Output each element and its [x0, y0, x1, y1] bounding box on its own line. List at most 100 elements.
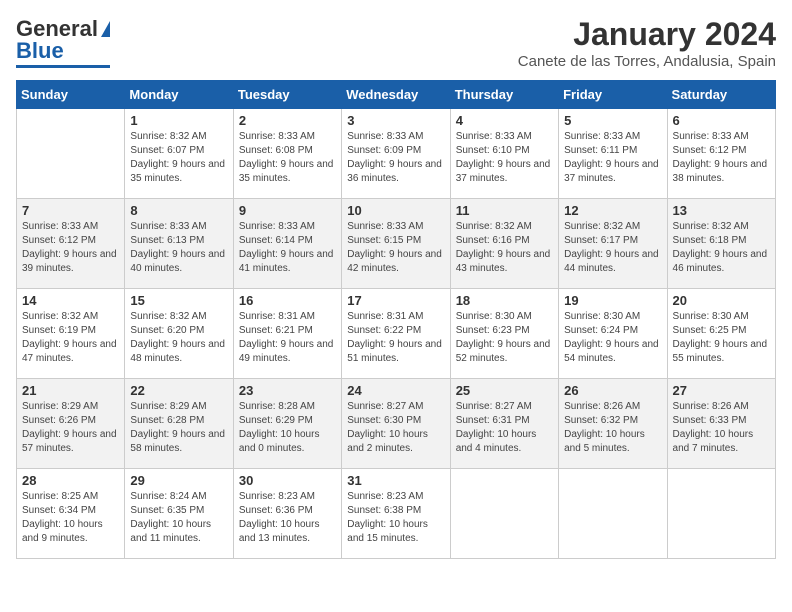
table-row: 7Sunrise: 8:33 AMSunset: 6:12 PMDaylight…	[17, 199, 125, 289]
table-row: 1Sunrise: 8:32 AMSunset: 6:07 PMDaylight…	[125, 109, 233, 199]
day-info: Sunrise: 8:32 AMSunset: 6:20 PMDaylight:…	[130, 310, 227, 366]
day-number: 31	[347, 473, 444, 488]
day-number: 17	[347, 293, 444, 308]
day-number: 25	[456, 383, 553, 398]
day-number: 4	[456, 113, 553, 128]
day-number: 30	[239, 473, 336, 488]
day-info: Sunrise: 8:30 AMSunset: 6:25 PMDaylight:…	[673, 310, 770, 366]
day-info: Sunrise: 8:33 AMSunset: 6:15 PMDaylight:…	[347, 220, 444, 276]
day-number: 24	[347, 383, 444, 398]
table-row: 24 Sunrise: 8:27 AMSunset: 6:30 PMDayligh…	[342, 379, 450, 469]
day-number: 14	[22, 293, 119, 308]
day-info: Sunrise: 8:33 AMSunset: 6:11 PMDaylight:…	[564, 130, 661, 186]
logo-blue-text: Blue	[16, 38, 64, 64]
title-area: January 2024 Canete de las Torres, Andal…	[518, 16, 776, 70]
table-row: 22 Sunrise: 8:29 AMSunset: 6:28 PMDayligh…	[125, 379, 233, 469]
logo-line	[16, 65, 110, 68]
day-info: Sunrise: 8:31 AMSunset: 6:22 PMDaylight:…	[347, 310, 444, 366]
day-info: Sunrise: 8:33 AMSunset: 6:10 PMDaylight:…	[456, 130, 553, 186]
day-number: 6	[673, 113, 770, 128]
day-info: Sunrise: 8:26 AMSunset: 6:32 PMDaylight:…	[564, 400, 661, 456]
table-row	[17, 109, 125, 199]
header-saturday: Saturday	[667, 81, 775, 109]
day-info: Sunrise: 8:29 AMSunset: 6:26 PMDaylight:…	[22, 400, 119, 456]
day-info: Sunrise: 8:32 AMSunset: 6:19 PMDaylight:…	[22, 310, 119, 366]
day-number: 28	[22, 473, 119, 488]
table-row: 18 Sunrise: 8:30 AMSunset: 6:23 PMDayligh…	[450, 289, 558, 379]
table-row: 25 Sunrise: 8:27 AMSunset: 6:31 PMDayligh…	[450, 379, 558, 469]
day-number: 22	[130, 383, 227, 398]
day-info: Sunrise: 8:29 AMSunset: 6:28 PMDaylight:…	[130, 400, 227, 456]
day-info: Sunrise: 8:23 AMSunset: 6:36 PMDaylight:…	[239, 490, 336, 546]
day-number: 3	[347, 113, 444, 128]
day-number: 11	[456, 203, 553, 218]
calendar-week-row: 7Sunrise: 8:33 AMSunset: 6:12 PMDaylight…	[17, 199, 776, 289]
day-number: 15	[130, 293, 227, 308]
day-number: 18	[456, 293, 553, 308]
calendar-week-row: 28 Sunrise: 8:25 AMSunset: 6:34 PMDayligh…	[17, 469, 776, 559]
calendar-header-row: Sunday Monday Tuesday Wednesday Thursday…	[17, 81, 776, 109]
day-info: Sunrise: 8:27 AMSunset: 6:30 PMDaylight:…	[347, 400, 444, 456]
header-tuesday: Tuesday	[233, 81, 341, 109]
day-number: 13	[673, 203, 770, 218]
day-info: Sunrise: 8:28 AMSunset: 6:29 PMDaylight:…	[239, 400, 336, 456]
calendar-week-row: 21Sunrise: 8:29 AMSunset: 6:26 PMDayligh…	[17, 379, 776, 469]
table-row: 14 Sunrise: 8:32 AMSunset: 6:19 PMDayligh…	[17, 289, 125, 379]
day-info: Sunrise: 8:33 AMSunset: 6:14 PMDaylight:…	[239, 220, 336, 276]
day-number: 26	[564, 383, 661, 398]
day-number: 23	[239, 383, 336, 398]
page-subtitle: Canete de las Torres, Andalusia, Spain	[518, 53, 776, 70]
table-row	[667, 469, 775, 559]
day-info: Sunrise: 8:30 AMSunset: 6:24 PMDaylight:…	[564, 310, 661, 366]
day-info: Sunrise: 8:33 AMSunset: 6:09 PMDaylight:…	[347, 130, 444, 186]
day-info: Sunrise: 8:23 AMSunset: 6:38 PMDaylight:…	[347, 490, 444, 546]
day-number: 29	[130, 473, 227, 488]
day-number: 10	[347, 203, 444, 218]
header-wednesday: Wednesday	[342, 81, 450, 109]
day-number: 5	[564, 113, 661, 128]
table-row: 15 Sunrise: 8:32 AMSunset: 6:20 PMDayligh…	[125, 289, 233, 379]
table-row: 13 Sunrise: 8:32 AMSunset: 6:18 PMDayligh…	[667, 199, 775, 289]
calendar-week-row: 1Sunrise: 8:32 AMSunset: 6:07 PMDaylight…	[17, 109, 776, 199]
day-info: Sunrise: 8:27 AMSunset: 6:31 PMDaylight:…	[456, 400, 553, 456]
logo-triangle-icon	[101, 21, 110, 37]
header-friday: Friday	[559, 81, 667, 109]
table-row: 29 Sunrise: 8:24 AMSunset: 6:35 PMDayligh…	[125, 469, 233, 559]
day-number: 7	[22, 203, 119, 218]
day-number: 1	[130, 113, 227, 128]
day-number: 19	[564, 293, 661, 308]
table-row: 23 Sunrise: 8:28 AMSunset: 6:29 PMDayligh…	[233, 379, 341, 469]
day-info: Sunrise: 8:30 AMSunset: 6:23 PMDaylight:…	[456, 310, 553, 366]
table-row: 31 Sunrise: 8:23 AMSunset: 6:38 PMDayligh…	[342, 469, 450, 559]
day-number: 8	[130, 203, 227, 218]
table-row: 9Sunrise: 8:33 AMSunset: 6:14 PMDaylight…	[233, 199, 341, 289]
calendar-week-row: 14 Sunrise: 8:32 AMSunset: 6:19 PMDayligh…	[17, 289, 776, 379]
table-row: 30 Sunrise: 8:23 AMSunset: 6:36 PMDayligh…	[233, 469, 341, 559]
table-row: 6Sunrise: 8:33 AMSunset: 6:12 PMDaylight…	[667, 109, 775, 199]
logo: General Blue	[16, 16, 110, 68]
header-thursday: Thursday	[450, 81, 558, 109]
table-row: 2Sunrise: 8:33 AMSunset: 6:08 PMDaylight…	[233, 109, 341, 199]
day-info: Sunrise: 8:24 AMSunset: 6:35 PMDaylight:…	[130, 490, 227, 546]
table-row: 26 Sunrise: 8:26 AMSunset: 6:32 PMDayligh…	[559, 379, 667, 469]
day-info: Sunrise: 8:32 AMSunset: 6:16 PMDaylight:…	[456, 220, 553, 276]
table-row	[450, 469, 558, 559]
table-row: 20 Sunrise: 8:30 AMSunset: 6:25 PMDayligh…	[667, 289, 775, 379]
day-info: Sunrise: 8:26 AMSunset: 6:33 PMDaylight:…	[673, 400, 770, 456]
day-number: 27	[673, 383, 770, 398]
table-row: 19 Sunrise: 8:30 AMSunset: 6:24 PMDayligh…	[559, 289, 667, 379]
day-info: Sunrise: 8:25 AMSunset: 6:34 PMDaylight:…	[22, 490, 119, 546]
day-info: Sunrise: 8:31 AMSunset: 6:21 PMDaylight:…	[239, 310, 336, 366]
table-row: 12Sunrise: 8:32 AMSunset: 6:17 PMDayligh…	[559, 199, 667, 289]
day-number: 20	[673, 293, 770, 308]
calendar-table: Sunday Monday Tuesday Wednesday Thursday…	[16, 80, 776, 559]
table-row: 10 Sunrise: 8:33 AMSunset: 6:15 PMDayligh…	[342, 199, 450, 289]
day-info: Sunrise: 8:33 AMSunset: 6:08 PMDaylight:…	[239, 130, 336, 186]
table-row: 17 Sunrise: 8:31 AMSunset: 6:22 PMDayligh…	[342, 289, 450, 379]
day-number: 16	[239, 293, 336, 308]
day-info: Sunrise: 8:32 AMSunset: 6:18 PMDaylight:…	[673, 220, 770, 276]
table-row: 5 Sunrise: 8:33 AMSunset: 6:11 PMDaylight…	[559, 109, 667, 199]
table-row: 8Sunrise: 8:33 AMSunset: 6:13 PMDaylight…	[125, 199, 233, 289]
table-row: 27 Sunrise: 8:26 AMSunset: 6:33 PMDayligh…	[667, 379, 775, 469]
table-row: 16 Sunrise: 8:31 AMSunset: 6:21 PMDayligh…	[233, 289, 341, 379]
